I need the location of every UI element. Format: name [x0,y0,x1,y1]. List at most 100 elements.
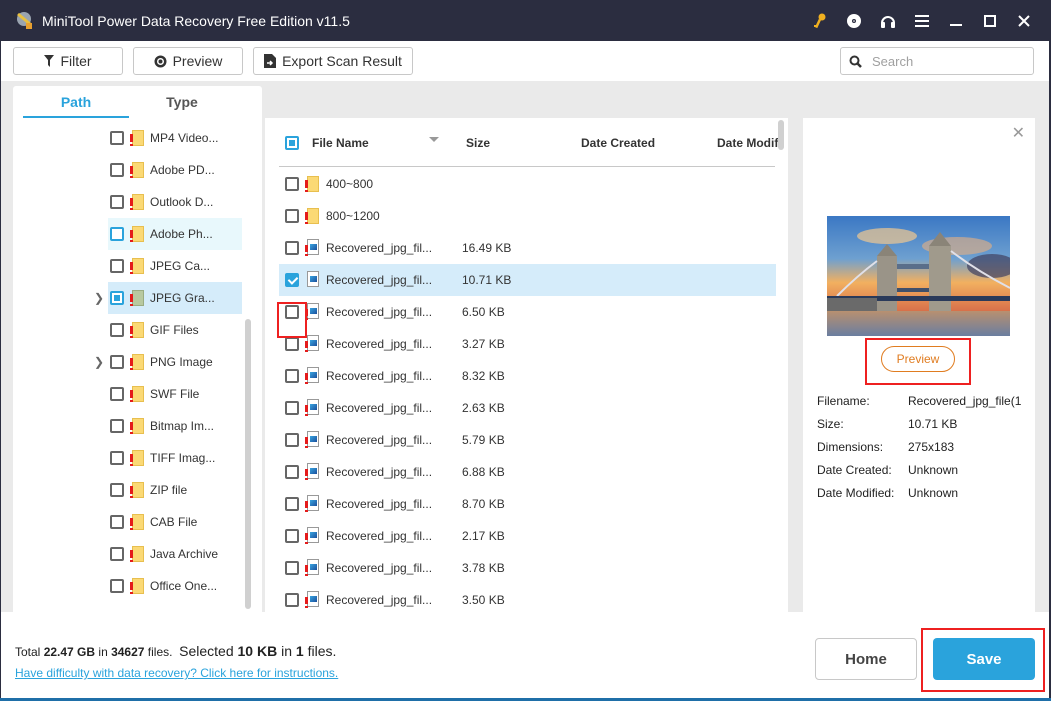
tree-item[interactable]: SWF File [108,378,242,410]
tree-item[interactable]: Adobe Ph... [108,218,242,250]
info-value: Unknown [908,463,959,477]
chevron-right-icon[interactable]: ❯ [94,355,104,369]
file-row-checkbox[interactable] [285,177,299,191]
headphones-icon[interactable] [871,10,905,32]
tree-item-checkbox[interactable] [110,195,124,209]
file-size: 8.70 KB [462,497,505,511]
column-date-modified[interactable]: Date Modif [717,136,778,150]
preview-button[interactable]: Preview [881,346,955,372]
tree-item-checkbox[interactable] [110,291,124,305]
sort-arrow-icon[interactable] [429,137,439,142]
tree-item-label: Outlook D... [150,195,214,209]
file-row[interactable]: Recovered_jpg_fil... 8.70 KB [279,488,776,520]
column-date-created[interactable]: Date Created [581,136,655,150]
tab-path[interactable]: Path [23,86,129,118]
column-size[interactable]: Size [466,136,490,150]
file-row-checkbox[interactable] [285,529,299,543]
tree-item-checkbox[interactable] [110,323,124,337]
file-row[interactable]: Recovered_jpg_fil... 6.88 KB [279,456,776,488]
file-row-checkbox[interactable] [285,369,299,383]
tree-item-label: Bitmap Im... [150,419,215,433]
tree-item[interactable]: JPEG Ca... [108,250,242,282]
file-row-checkbox[interactable] [285,273,299,287]
chevron-right-icon[interactable]: ❯ [94,291,104,305]
key-icon[interactable] [803,10,837,32]
tree-item[interactable]: Office One... [108,570,242,602]
file-row[interactable]: Recovered_jpg_fil... 5.79 KB [279,424,776,456]
file-row-checkbox[interactable] [285,305,299,319]
close-preview-icon[interactable]: ✕ [1012,123,1025,143]
tree-scrollbar[interactable] [245,319,251,609]
tree-item-checkbox[interactable] [110,483,124,497]
folder-warning-icon [130,449,144,467]
file-row[interactable]: Recovered_jpg_fil... 2.63 KB [279,392,776,424]
tree-item[interactable]: Outlook D... [108,186,242,218]
tree-item-checkbox[interactable] [110,547,124,561]
filter-button[interactable]: Filter [13,47,123,75]
help-link[interactable]: Have difficulty with data recovery? Clic… [15,666,338,680]
select-all-checkbox[interactable] [285,136,299,150]
total-prefix: Total [15,645,44,659]
tree-item-checkbox[interactable] [110,131,124,145]
tree-item[interactable]: Bitmap Im... [108,410,242,442]
preview-toolbar-button[interactable]: Preview [133,47,243,75]
tree-item[interactable]: Adobe PD... [108,154,242,186]
tree-item[interactable]: CAB File [108,506,242,538]
tree-item-label: TIFF Imag... [150,451,216,465]
tree-item-checkbox[interactable] [110,227,124,241]
minimize-icon[interactable] [939,10,973,32]
file-row-checkbox[interactable] [285,401,299,415]
file-row-checkbox[interactable] [285,465,299,479]
tree-item-checkbox[interactable] [110,163,124,177]
view-tabs: Path Type [23,86,243,118]
file-row-checkbox[interactable] [285,593,299,607]
tree-item[interactable]: TIFF Imag... [108,442,242,474]
file-row-checkbox[interactable] [285,209,299,223]
file-row[interactable]: Recovered_jpg_fil... 16.49 KB [279,232,776,264]
export-scan-result-button[interactable]: Export Scan Result [253,47,413,75]
maximize-icon[interactable] [973,10,1007,32]
file-row[interactable]: 400~800 [279,168,776,200]
file-row[interactable]: Recovered_jpg_fil... 6.50 KB [279,296,776,328]
tab-type[interactable]: Type [129,86,235,118]
tree-item[interactable]: ZIP file [108,474,242,506]
tree-item-checkbox[interactable] [110,451,124,465]
home-button[interactable]: Home [815,638,917,680]
file-row[interactable]: Recovered_jpg_fil... 2.17 KB [279,520,776,552]
file-list-scrollbar[interactable] [778,120,784,150]
file-row-checkbox[interactable] [285,337,299,351]
folder-warning-icon [130,257,144,275]
file-row-checkbox[interactable] [285,497,299,511]
left-panel: Path Type MP4 Video... Adobe PD... Outlook… [13,86,262,650]
file-row[interactable]: Recovered_jpg_fil... 3.78 KB [279,552,776,584]
file-row[interactable]: Recovered_jpg_fil... 3.27 KB [279,328,776,360]
file-size: 6.88 KB [462,465,505,479]
search-input[interactable] [872,53,1022,69]
disc-icon[interactable] [837,10,871,32]
selected-suffix: files. [303,643,337,659]
tree-item-checkbox[interactable] [110,515,124,529]
tree-item[interactable]: ❯ JPEG Gra... [94,282,242,314]
search-box[interactable] [840,47,1034,75]
tree-item-label: Office One... [150,579,218,593]
tree-item-checkbox[interactable] [110,579,124,593]
file-row-checkbox[interactable] [285,241,299,255]
close-icon[interactable] [1007,10,1041,32]
file-row-checkbox[interactable] [285,433,299,447]
tree-item[interactable]: MP4 Video... [108,122,242,154]
tree-item-checkbox[interactable] [110,419,124,433]
file-name: Recovered_jpg_fil... [326,465,433,479]
save-button[interactable]: Save [933,638,1035,680]
tree-item-checkbox[interactable] [110,259,124,273]
file-row[interactable]: 800~1200 [279,200,776,232]
menu-icon[interactable] [905,10,939,32]
file-row-checkbox[interactable] [285,561,299,575]
tree-item[interactable]: Java Archive [108,538,242,570]
tree-item[interactable]: ❯ PNG Image [94,346,242,378]
tree-item-checkbox[interactable] [110,387,124,401]
file-row[interactable]: Recovered_jpg_fil... 10.71 KB [279,264,776,296]
column-file-name[interactable]: File Name [312,136,369,150]
tree-item-checkbox[interactable] [110,355,124,369]
file-row[interactable]: Recovered_jpg_fil... 8.32 KB [279,360,776,392]
tree-item[interactable]: GIF Files [108,314,242,346]
